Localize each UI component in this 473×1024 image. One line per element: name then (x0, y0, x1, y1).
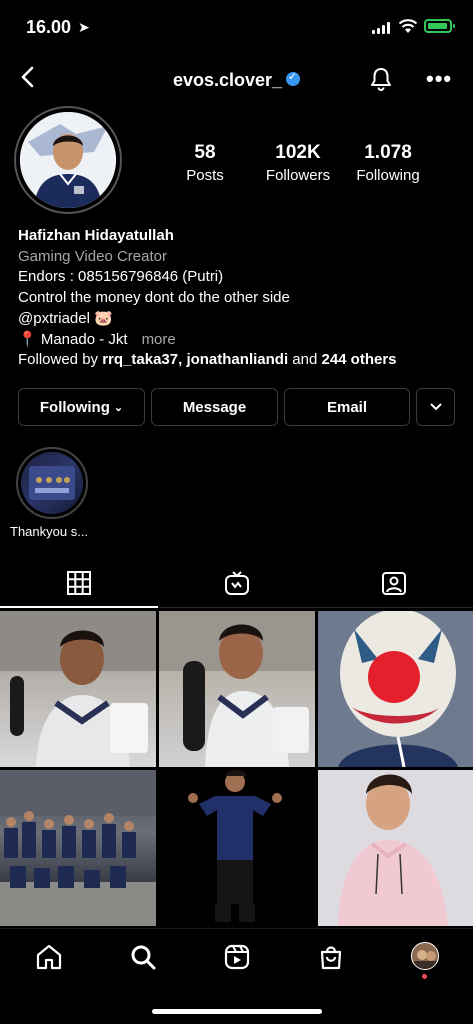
highlight-image (29, 466, 75, 500)
profile-avatar[interactable] (20, 112, 116, 208)
verified-badge-icon (286, 70, 301, 86)
profile-username: evos.clover_ (0, 70, 473, 91)
notification-dot (422, 974, 427, 979)
profile-nav-avatar[interactable] (411, 942, 439, 970)
chevron-down-icon (429, 403, 442, 411)
message-button-label: Message (182, 398, 247, 416)
bio-location: 📍 Manado - Jkt (18, 331, 128, 348)
notification-bell-icon[interactable] (368, 66, 394, 92)
post-image (0, 770, 156, 926)
signal-icon (372, 22, 390, 34)
bio-more-link[interactable]: more (142, 331, 176, 348)
followers-stat[interactable]: 102K Followers (256, 142, 340, 184)
home-indicator (152, 1009, 322, 1014)
post-image (159, 611, 315, 767)
status-bar: 16.00 ➤ (0, 0, 473, 52)
status-time: 16.00 (26, 17, 72, 37)
grid-post-6[interactable] (318, 770, 473, 926)
highlight-thumbnail[interactable] (21, 452, 83, 514)
following-button[interactable]: Following ⌄ (18, 388, 145, 426)
posts-stat[interactable]: 58 Posts (170, 142, 240, 184)
post-image (0, 611, 156, 767)
bio-mention[interactable]: @pxtriadel 🐷 (18, 309, 113, 329)
posts-label: Posts (186, 167, 224, 184)
battery-icon (424, 19, 455, 33)
post-image (318, 611, 473, 767)
followers-label: Followers (265, 167, 331, 184)
active-tab-indicator (0, 606, 158, 608)
followed-by-names: rrq_taka37, jonathanliandi (102, 351, 289, 368)
avatar-image (20, 112, 116, 208)
grid-tab-icon[interactable] (66, 570, 92, 596)
location-arrow-icon: ➤ (78, 19, 90, 35)
wifi-icon (398, 19, 418, 33)
username-text: evos.clover_ (172, 70, 283, 90)
suggested-accounts-button[interactable] (416, 388, 455, 426)
following-label: Following (356, 167, 420, 184)
bio-location-row: 📍 Manado - Jkt more (18, 330, 176, 350)
email-button-label: Email (326, 398, 368, 416)
followed-by-middle: and (288, 351, 322, 368)
profile-name: Hafizhan Hidayatullah (18, 227, 174, 244)
highlight-label: Thankyou s... (10, 524, 89, 539)
followers-count: 102K (275, 142, 321, 163)
reels-icon[interactable] (223, 943, 251, 971)
grid-post-5[interactable] (159, 770, 315, 926)
chevron-down-icon: ⌄ (113, 401, 124, 414)
home-icon[interactable] (35, 943, 63, 971)
grid-post-4[interactable] (0, 770, 156, 926)
following-stat[interactable]: 1.078 Following (348, 142, 428, 184)
bio-line-2: Control the money dont do the other side (18, 289, 290, 306)
following-button-label: Following (39, 398, 110, 416)
grid-post-3[interactable] (318, 611, 473, 767)
followed-by-prefix: Followed by (18, 351, 103, 368)
grid-post-1[interactable] (0, 611, 156, 767)
grid-post-2[interactable] (159, 611, 315, 767)
posts-count: 58 (194, 142, 216, 163)
followed-by[interactable]: Followed by rrq_taka37, jonathanliandi a… (18, 350, 397, 370)
profile-category: Gaming Video Creator (18, 248, 167, 265)
post-image (318, 770, 473, 926)
bio-line-1: Endors : 085156796846 (Putri) (18, 268, 224, 285)
email-button[interactable]: Email (284, 388, 410, 426)
message-button[interactable]: Message (151, 388, 278, 426)
post-image (159, 770, 315, 926)
followed-by-others: 244 others (321, 351, 397, 368)
following-count: 1.078 (364, 142, 412, 163)
tagged-tab-icon[interactable] (381, 570, 407, 596)
igtv-tab-icon[interactable] (224, 570, 250, 596)
more-options-icon[interactable]: ••• (426, 66, 452, 92)
shop-icon[interactable] (317, 943, 345, 971)
search-icon[interactable] (129, 943, 157, 971)
